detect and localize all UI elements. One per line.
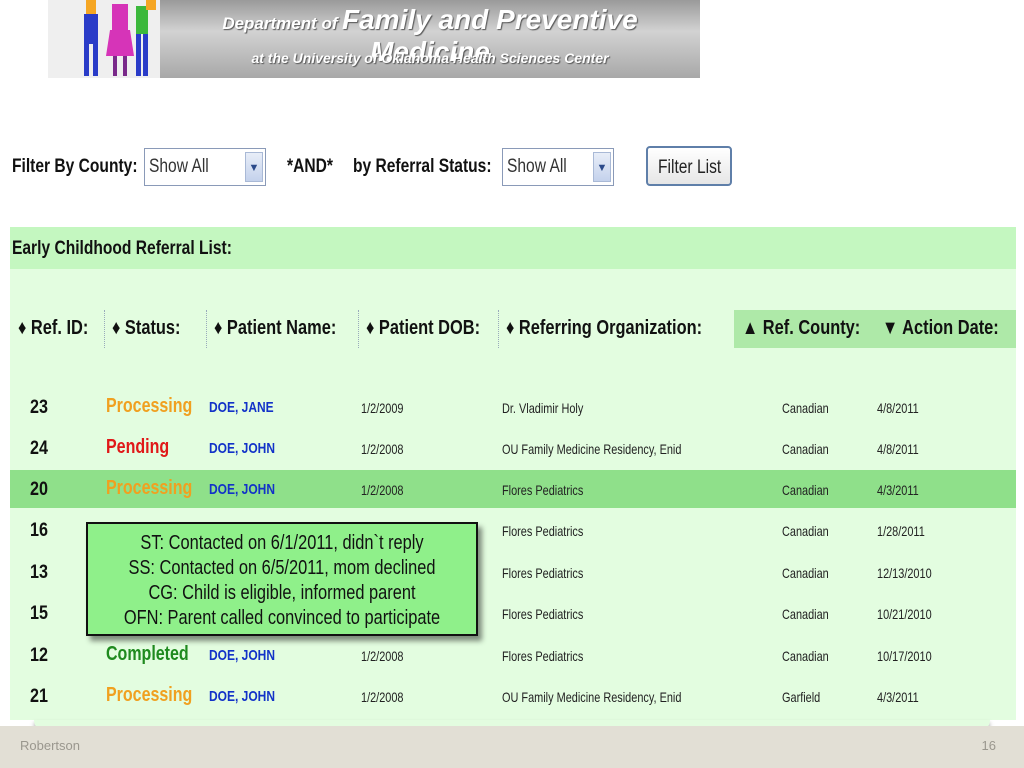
header-ref-id[interactable]: ♦ Ref. ID: <box>10 310 104 348</box>
action-date: 4/8/2011 <box>877 400 919 416</box>
action-date: 4/3/2011 <box>877 689 919 705</box>
department-banner: Department of Family and Preventive Medi… <box>48 0 700 78</box>
table-row[interactable]: 23 Processing DOE, JANE 1/2/2009 Dr. Vla… <box>10 388 1016 426</box>
and-label: *AND* <box>287 156 333 177</box>
referring-organization: Dr. Vladimir Holy <box>502 400 584 416</box>
header-ref-county[interactable]: ▲ Ref. County: <box>734 310 874 348</box>
county-filter-label: Filter By County: <box>12 156 138 177</box>
list-title-bar: Early Childhood Referral List: <box>10 227 1016 269</box>
county-select-value: Show All <box>149 156 209 177</box>
status-text[interactable]: Processing <box>106 477 192 500</box>
action-date: 12/13/2010 <box>877 565 932 581</box>
referring-organization: Flores Pediatrics <box>502 482 584 498</box>
action-date: 4/8/2011 <box>877 441 919 457</box>
status-text: Processing <box>106 395 193 417</box>
status-select-value: Show All <box>507 156 567 177</box>
status-text: Pending <box>106 436 170 458</box>
patient-dob: 1/2/2008 <box>361 441 404 457</box>
ref-id: 20 <box>30 479 48 500</box>
referring-organization: OU Family Medicine Residency, Enid <box>502 441 682 457</box>
patient-name-link[interactable]: DOE, JOHN <box>209 440 275 457</box>
ref-county: Canadian <box>782 523 829 539</box>
table-row[interactable]: 24 Pending DOE, JOHN 1/2/2008 OU Family … <box>10 429 1016 467</box>
ref-county: Canadian <box>782 648 829 664</box>
patient-dob: 1/2/2008 <box>361 689 404 705</box>
family-figures-logo <box>48 0 160 78</box>
header-patient-dob[interactable]: ♦ Patient DOB: <box>358 310 498 348</box>
tooltip-line: OFN: Parent called convinced to particip… <box>123 607 441 629</box>
county-select[interactable]: Show All ▼ <box>144 148 266 186</box>
ref-county: Canadian <box>782 565 829 581</box>
ref-id: 13 <box>30 562 48 583</box>
banner-title: Department of Family and Preventive Medi… <box>160 0 700 78</box>
ref-id: 16 <box>30 520 48 541</box>
filter-list-button[interactable]: Filter List <box>646 146 732 186</box>
status-history-tooltip: ST: Contacted on 6/1/2011, didn`t reply … <box>86 522 478 636</box>
referring-organization: Flores Pediatrics <box>502 565 584 581</box>
ref-county: Canadian <box>782 441 829 457</box>
table-row[interactable]: 12 Completed DOE, JOHN 1/2/2008 Flores P… <box>10 636 1016 674</box>
referring-organization: Flores Pediatrics <box>502 523 584 539</box>
tooltip-line: CG: Child is eligible, informed parent <box>148 582 416 604</box>
referring-organization: OU Family Medicine Residency, Enid <box>502 689 682 705</box>
referring-organization: Flores Pediatrics <box>502 606 584 622</box>
ref-county: Canadian <box>782 606 829 622</box>
banner-department-of: Department of <box>222 14 338 33</box>
status-text: Processing <box>106 684 193 706</box>
slide-author: Robertson <box>20 738 80 753</box>
patient-dob: 1/2/2008 <box>361 648 404 664</box>
referring-organization: Flores Pediatrics <box>502 648 584 664</box>
banner-subtitle: at the University of Oklahoma Health Sci… <box>251 50 609 66</box>
action-date: 10/17/2010 <box>877 648 932 664</box>
status-text: Completed <box>106 643 189 665</box>
ref-id: 15 <box>30 603 48 624</box>
list-title: Early Childhood Referral List: <box>12 238 232 259</box>
status-filter-label: by Referral Status: <box>353 156 492 177</box>
ref-county: Garfield <box>782 689 821 705</box>
patient-dob: 1/2/2009 <box>361 400 404 416</box>
ref-county: Canadian <box>782 482 829 498</box>
action-date: 10/21/2010 <box>877 606 932 622</box>
tooltip-line: SS: Contacted on 6/5/2011, mom declined <box>128 557 436 579</box>
ref-id: 21 <box>30 686 48 707</box>
patient-dob: 1/2/2008 <box>361 482 404 498</box>
ref-county: Canadian <box>782 400 829 416</box>
ref-id: 23 <box>30 397 48 418</box>
header-patient-name[interactable]: ♦ Patient Name: <box>206 310 358 348</box>
patient-name-link[interactable]: DOE, JOHN <box>209 481 275 498</box>
table-header: ♦ Ref. ID: ♦ Status: ♦ Patient Name: ♦ P… <box>10 310 1016 348</box>
slide-page-number: 16 <box>981 738 996 753</box>
filter-list-button-label: Filter List <box>658 157 722 178</box>
patient-name-link[interactable]: DOE, JANE <box>209 399 274 416</box>
action-date: 1/28/2011 <box>877 523 925 539</box>
status-select[interactable]: Show All ▼ <box>502 148 614 186</box>
action-date: 4/3/2011 <box>877 482 919 498</box>
slide-footer: Robertson 16 <box>0 726 1024 768</box>
header-action-date[interactable]: ▼ Action Date: <box>874 310 1016 348</box>
table-row-selected[interactable]: 20 Processing DOE, JOHN 1/2/2008 Flores … <box>10 470 1016 508</box>
patient-name-link[interactable]: DOE, JOHN <box>209 688 275 705</box>
chevron-down-icon[interactable]: ▼ <box>593 152 611 182</box>
tooltip-line: ST: Contacted on 6/1/2011, didn`t reply <box>140 532 424 554</box>
header-status[interactable]: ♦ Status: <box>104 310 206 348</box>
patient-name-link[interactable]: DOE, JOHN <box>209 647 275 664</box>
filter-bar: Filter By County: Show All ▼ *AND* by Re… <box>12 146 752 186</box>
ref-id: 24 <box>30 438 48 459</box>
ref-id: 12 <box>30 645 48 666</box>
header-referring-organization[interactable]: ♦ Referring Organization: <box>498 310 734 348</box>
chevron-down-icon[interactable]: ▼ <box>245 152 263 182</box>
table-row[interactable]: 21 Processing DOE, JOHN 1/2/2008 OU Fami… <box>10 677 1016 715</box>
